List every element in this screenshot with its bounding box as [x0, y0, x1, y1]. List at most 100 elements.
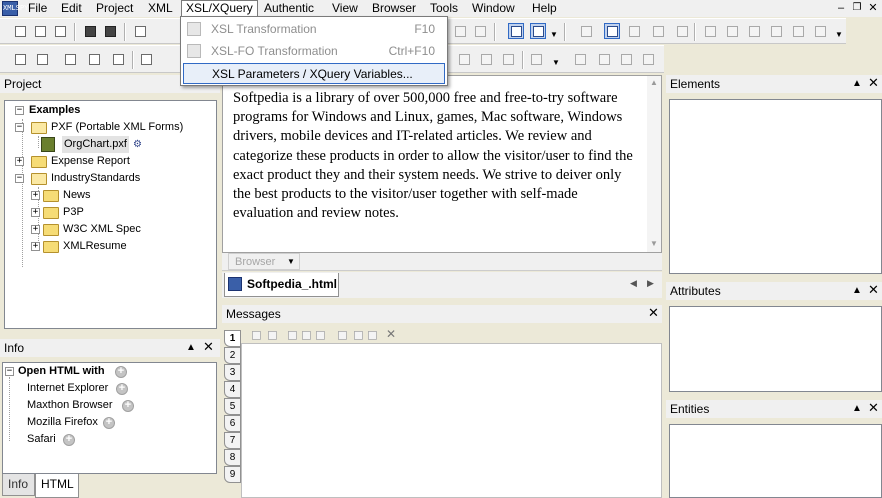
align-left-icon[interactable]: [702, 23, 718, 39]
menu-item-xsl-fo-transformation[interactable]: XSL-FO Transformation Ctrl+F10: [183, 41, 445, 62]
menu-item-xsl-transformation[interactable]: XSL Transformation F10: [183, 19, 445, 40]
tab-scroll-right-icon[interactable]: ▶: [647, 278, 654, 289]
align-center-icon[interactable]: [724, 23, 740, 39]
close-icon[interactable]: ✕: [868, 74, 879, 92]
tab-info[interactable]: Info: [2, 474, 35, 496]
toolbar-options-icon[interactable]: ▼: [550, 23, 558, 41]
open-file-icon[interactable]: [32, 23, 48, 39]
html-export-icon[interactable]: [572, 51, 588, 67]
add-icon[interactable]: +: [116, 383, 128, 395]
close-icon[interactable]: ✕: [868, 399, 879, 417]
table-row-icon[interactable]: [62, 51, 78, 67]
toolbar-options-icon[interactable]: ▼: [835, 23, 843, 41]
list-icon[interactable]: [528, 51, 544, 67]
message-tab-4[interactable]: 4: [224, 381, 241, 398]
message-tab-6[interactable]: 6: [224, 415, 241, 432]
minimize-icon[interactable]: –: [836, 3, 846, 14]
menu-xml[interactable]: XML: [144, 0, 177, 17]
filter-icon[interactable]: [250, 329, 263, 342]
doc-export-icon[interactable]: [640, 51, 656, 67]
tab-scroll-left-icon[interactable]: ◀: [630, 278, 637, 289]
menu-edit[interactable]: Edit: [57, 0, 86, 17]
nav-back-icon[interactable]: [626, 23, 642, 39]
grid-view-icon[interactable]: [472, 23, 488, 39]
align-justify-icon[interactable]: [500, 51, 516, 67]
add-icon[interactable]: +: [103, 417, 115, 429]
document-text[interactable]: Softpedia is a library of over 500,000 f…: [233, 89, 638, 223]
menu-item-xsl-parameters[interactable]: XSL Parameters / XQuery Variables...: [183, 63, 445, 84]
menu-tools[interactable]: Tools: [426, 0, 462, 17]
reload-icon[interactable]: [52, 23, 68, 39]
tab-html[interactable]: HTML: [35, 474, 79, 498]
scroll-down-icon[interactable]: ▼: [650, 239, 658, 248]
add-icon[interactable]: +: [122, 400, 134, 412]
align-justify-icon[interactable]: [768, 23, 784, 39]
table-icon[interactable]: [12, 51, 28, 67]
collapse-icon[interactable]: −: [15, 106, 24, 115]
expand-icon[interactable]: +: [15, 157, 24, 166]
document-scrollbar[interactable]: ▲ ▼: [647, 76, 661, 252]
menu-file[interactable]: File: [24, 0, 51, 17]
save-all-icon[interactable]: [102, 23, 118, 39]
align-left-icon[interactable]: [456, 51, 472, 67]
table-col-icon[interactable]: [86, 51, 102, 67]
collapse-icon[interactable]: −: [15, 174, 24, 183]
nav-forward-icon[interactable]: [674, 23, 690, 39]
rtf-export-icon[interactable]: [596, 51, 612, 67]
find-prev-icon[interactable]: [366, 329, 379, 342]
pin-icon[interactable]: ▲: [852, 282, 862, 300]
close-icon[interactable]: ✕: [868, 3, 878, 14]
filter-icon[interactable]: [266, 329, 279, 342]
check-icon[interactable]: [578, 23, 594, 39]
text-view-icon[interactable]: [452, 23, 468, 39]
message-tab-7[interactable]: 7: [224, 432, 241, 449]
restore-icon[interactable]: ❐: [852, 3, 862, 13]
pin-icon[interactable]: ▲: [186, 339, 196, 357]
close-icon[interactable]: ✕: [868, 281, 879, 299]
save-icon[interactable]: [82, 23, 98, 39]
menu-help[interactable]: Help: [528, 0, 561, 17]
find-next-icon[interactable]: [352, 329, 365, 342]
align-right-icon[interactable]: [478, 51, 494, 67]
menu-view[interactable]: View: [328, 0, 362, 17]
align-right-icon[interactable]: [746, 23, 762, 39]
copy-all-icon[interactable]: [300, 329, 313, 342]
menu-browser[interactable]: Browser: [368, 0, 420, 17]
message-tab-3[interactable]: 3: [224, 364, 241, 381]
expand-icon[interactable]: +: [31, 242, 40, 251]
menu-project[interactable]: Project: [92, 0, 137, 17]
close-icon[interactable]: ✕: [648, 304, 659, 322]
scroll-up-icon[interactable]: ▲: [650, 78, 658, 87]
nav-text-icon[interactable]: [650, 23, 666, 39]
toolbar-options-icon[interactable]: ▼: [552, 51, 560, 69]
copy-icon[interactable]: [314, 329, 327, 342]
close-icon[interactable]: ✕: [203, 338, 214, 356]
table-insert-icon[interactable]: [34, 51, 50, 67]
message-tab-5[interactable]: 5: [224, 398, 241, 415]
browser-view-icon[interactable]: [530, 23, 546, 39]
expand-icon[interactable]: +: [31, 191, 40, 200]
table-merge-icon[interactable]: [138, 51, 154, 67]
find-icon[interactable]: [336, 329, 349, 342]
message-tab-9[interactable]: 9: [224, 466, 241, 483]
clear-icon[interactable]: ✕: [386, 327, 396, 341]
message-tab-1[interactable]: 1: [224, 330, 241, 347]
add-icon[interactable]: +: [115, 366, 127, 378]
menu-window[interactable]: Window: [468, 0, 519, 17]
xpath-icon[interactable]: [604, 23, 620, 39]
message-tab-8[interactable]: 8: [224, 449, 241, 466]
outdent-icon[interactable]: [812, 23, 828, 39]
menu-authentic[interactable]: Authentic: [260, 0, 318, 17]
menu-xsl-xquery[interactable]: XSL/XQuery: [181, 0, 258, 17]
indent-icon[interactable]: [790, 23, 806, 39]
pdf-export-icon[interactable]: [618, 51, 634, 67]
new-file-icon[interactable]: [12, 23, 28, 39]
layout-view-icon[interactable]: [508, 23, 524, 39]
app-icon[interactable]: XMLSPY: [2, 1, 28, 16]
collapse-icon[interactable]: −: [5, 367, 14, 376]
print-icon[interactable]: [132, 23, 148, 39]
copy-icon[interactable]: [286, 329, 299, 342]
add-icon[interactable]: +: [63, 434, 75, 446]
message-tab-2[interactable]: 2: [224, 347, 241, 364]
expand-icon[interactable]: +: [31, 208, 40, 217]
